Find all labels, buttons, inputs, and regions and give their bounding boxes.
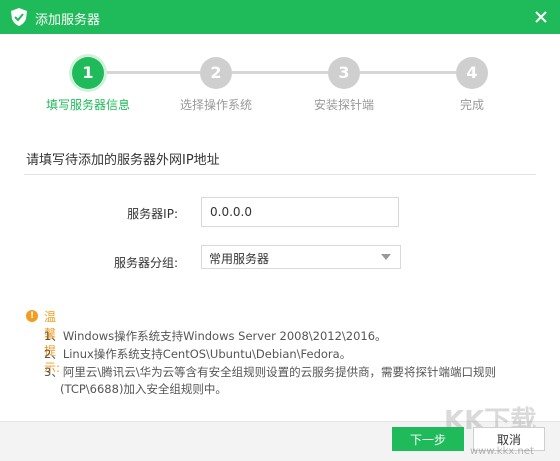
step-connector (360, 71, 456, 74)
step-2-label: 选择操作系统 (179, 98, 252, 112)
group-label: 服务器分组: (113, 256, 178, 270)
step-3-label: 安装探针端 (313, 98, 374, 112)
group-select-value: 常用服务器 (209, 252, 270, 266)
tip-item: (TCP\6688)加入安全组规则中。 (60, 382, 227, 396)
ip-input[interactable] (201, 197, 399, 227)
shield-check-icon (11, 8, 27, 26)
window-title: 添加服务器 (35, 13, 101, 28)
tip-item: 2、Linux操作系统支持CentOS\Ubuntu\Debian\Fedora… (44, 347, 352, 361)
step-connector (104, 71, 200, 74)
step-4-circle: 4 (456, 57, 488, 89)
step-4-label: 完成 (459, 98, 484, 112)
exclamation-circle-icon: ! (26, 310, 38, 322)
step-1-circle: 1 (72, 57, 104, 89)
watermark-url: www.kkx.net (470, 446, 534, 457)
divider (24, 174, 536, 175)
section-title: 请填写待添加的服务器外网IP地址 (26, 153, 220, 168)
step-1-label: 填写服务器信息 (45, 98, 130, 112)
tip-item: 1、Windows操作系统支持Windows Server 2008\2012\… (44, 329, 387, 343)
tip-item: 3、阿里云\腾讯云\华为云等含有安全组规则设置的云服务提供商，需要将探针端端口规… (44, 365, 497, 379)
ip-label: 服务器IP: (127, 207, 178, 221)
step-connector (232, 71, 328, 74)
group-select[interactable]: 常用服务器 (201, 245, 401, 269)
step-2-circle: 2 (200, 57, 232, 89)
step-3-circle: 3 (328, 57, 360, 89)
title-bar: 添加服务器 (0, 0, 560, 34)
next-button[interactable]: 下一步 (392, 427, 464, 451)
close-icon[interactable] (532, 8, 550, 26)
chevron-down-icon (381, 254, 391, 260)
